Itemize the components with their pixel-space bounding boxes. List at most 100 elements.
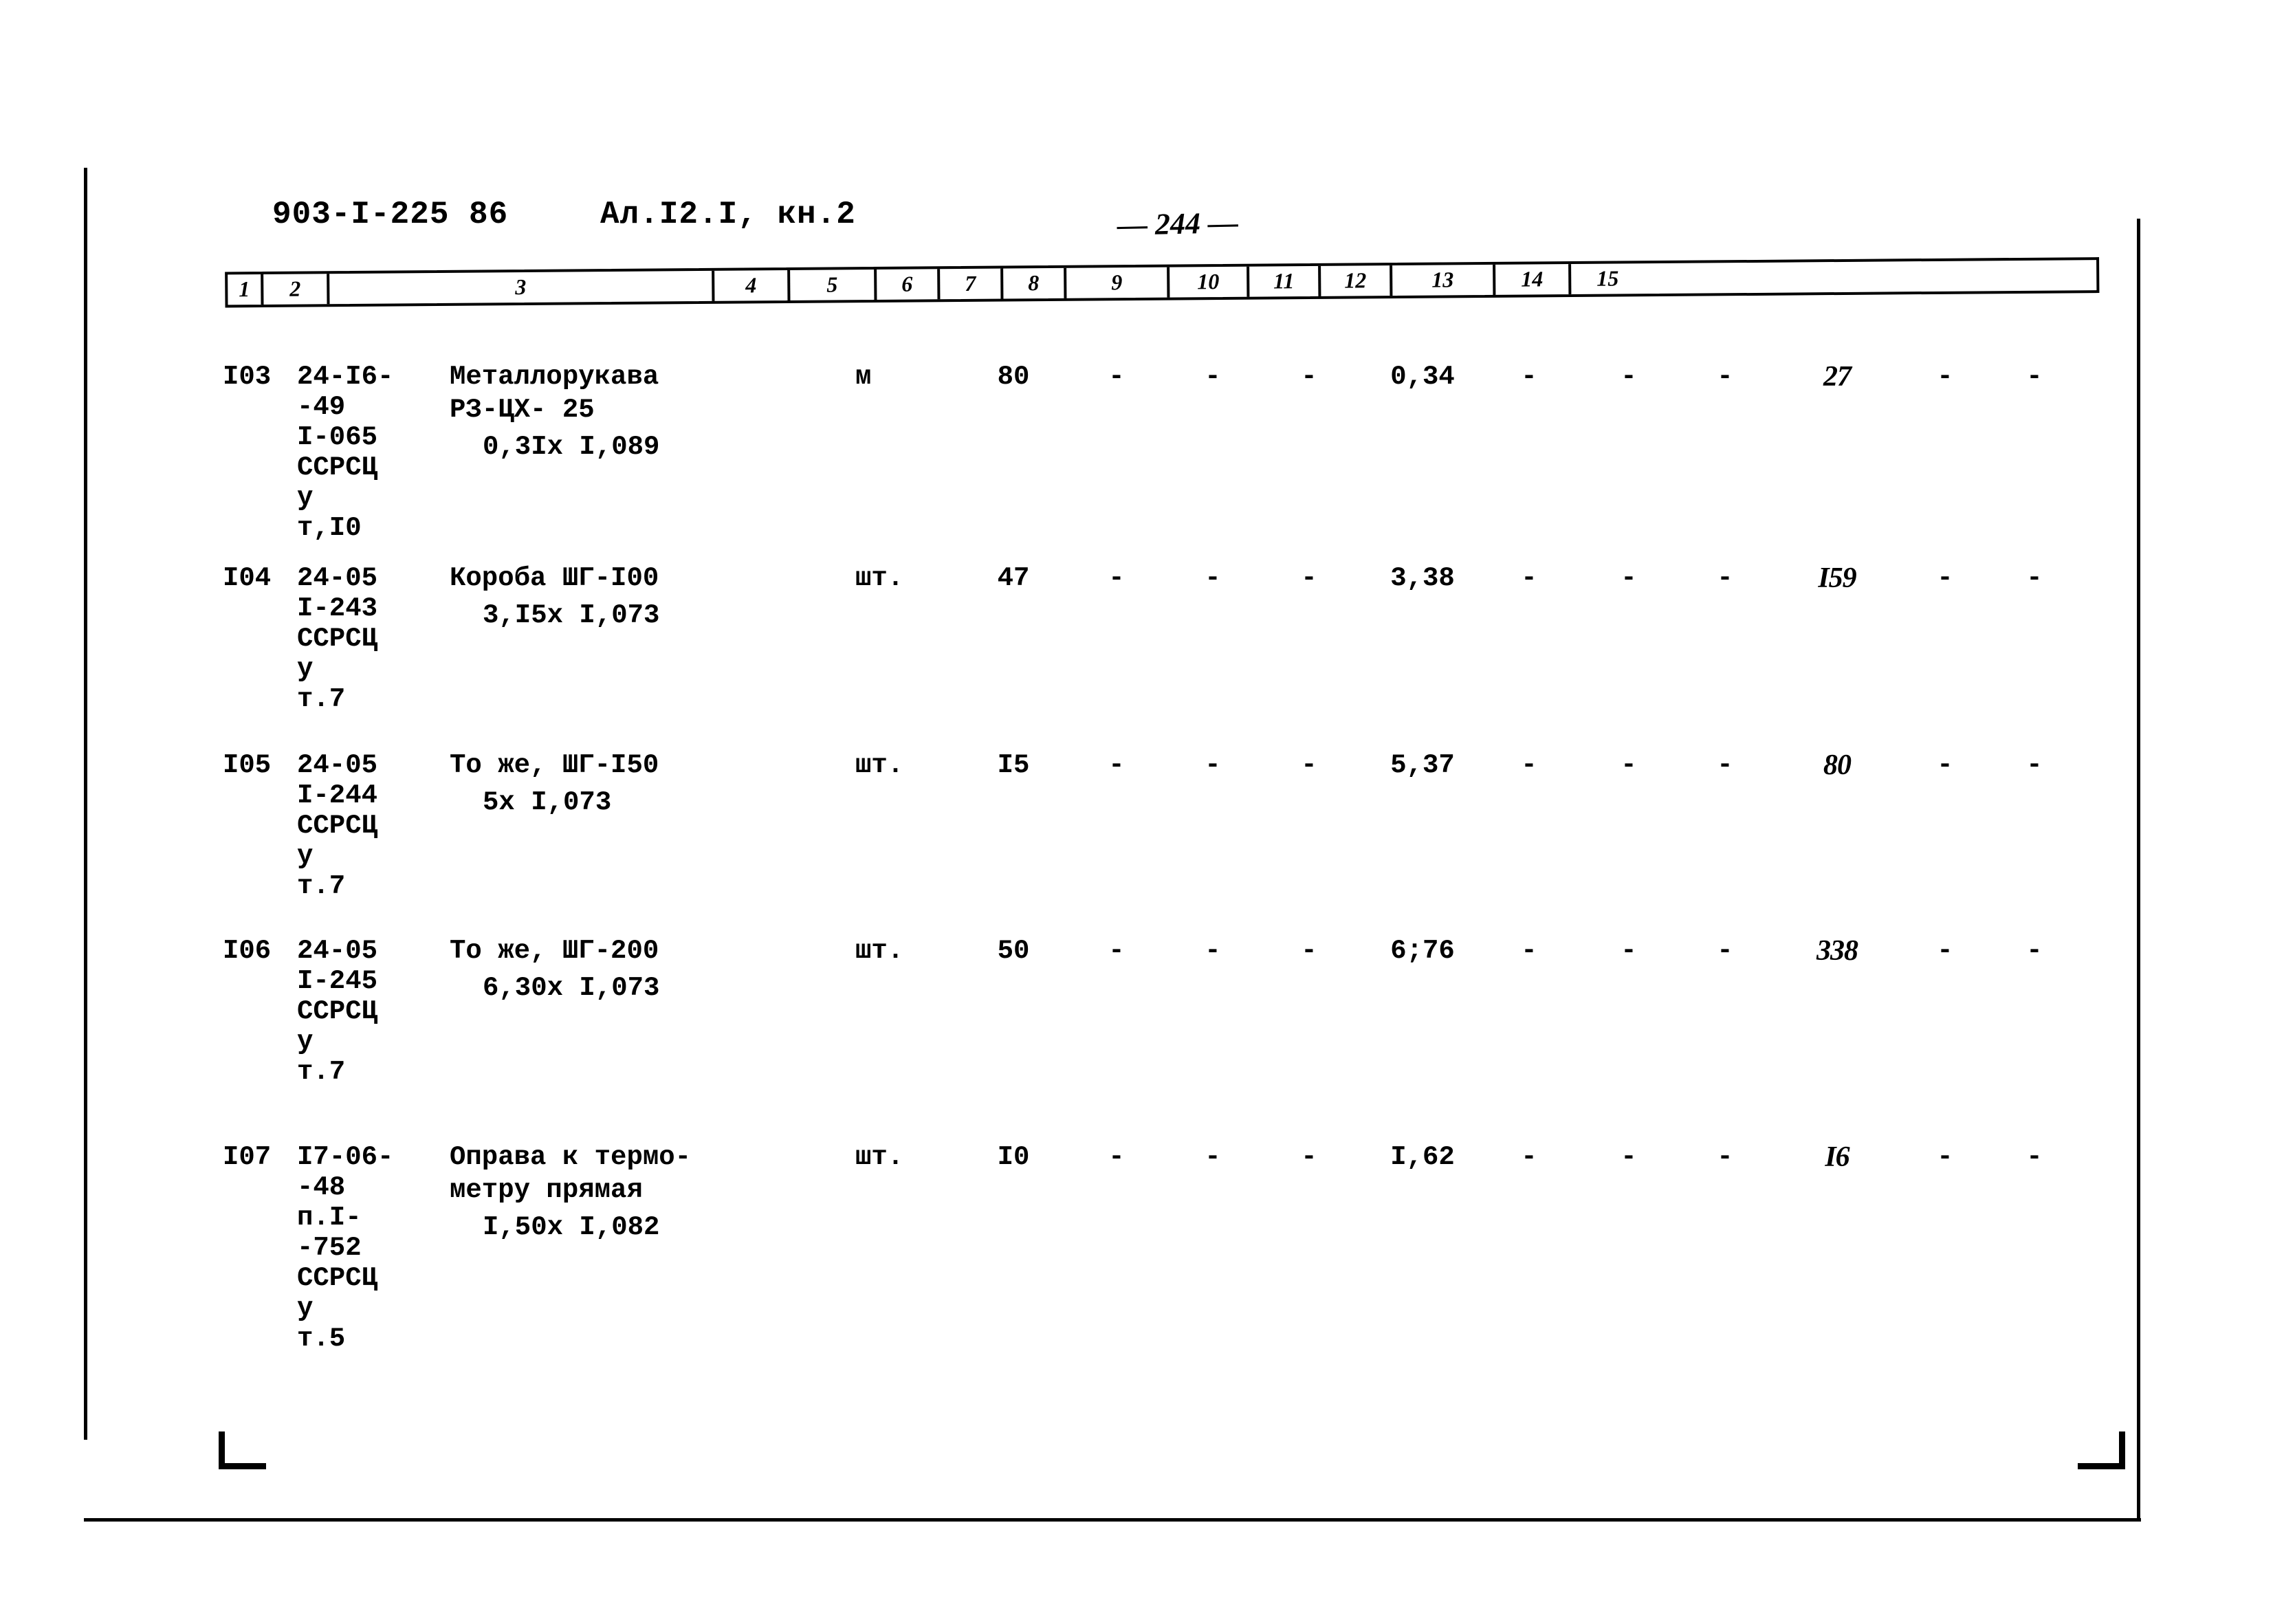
column-header-6: 6 xyxy=(877,269,941,300)
corner-bracket-bottom-left xyxy=(219,1431,266,1469)
row-code-line: 24-I6- xyxy=(297,362,394,392)
column-header-3: 3 xyxy=(329,270,715,305)
row-item-name: Оправа к термо- xyxy=(450,1142,692,1172)
column-header-13: 13 xyxy=(1392,264,1496,296)
column-header-15: 15 xyxy=(1596,265,1619,291)
row-item-spec: 0,3Iх I,089 xyxy=(483,432,660,462)
row-code-line: I-245 xyxy=(297,966,378,996)
row-col13-total: I6 xyxy=(1825,1141,1849,1173)
row-code-line: т.7 xyxy=(297,684,346,714)
row-col11: - xyxy=(1621,750,1637,780)
row-col7: - xyxy=(1205,1142,1221,1172)
row-col13-total: 80 xyxy=(1823,749,1852,781)
column-header-4: 4 xyxy=(714,270,791,301)
row-code-line: ССРСЦ xyxy=(297,452,378,483)
row-col7: - xyxy=(1205,362,1221,392)
row-item-name: метру прямая xyxy=(450,1175,643,1205)
row-code-line: -49 xyxy=(297,392,346,422)
row-col9-price: I,62 xyxy=(1390,1142,1455,1172)
column-header-8: 8 xyxy=(1003,267,1067,299)
row-col10: - xyxy=(1521,1142,1537,1172)
row-code-line: у xyxy=(297,841,314,871)
row-item-spec: I,50х I,082 xyxy=(483,1212,660,1242)
row-col10: - xyxy=(1521,750,1537,780)
row-unit: шт. xyxy=(855,563,904,593)
row-col6: - xyxy=(1108,750,1125,780)
row-code-line: 24-05 xyxy=(297,563,378,593)
row-col9-price: 0,34 xyxy=(1390,362,1455,392)
row-col13-total: 338 xyxy=(1816,935,1858,967)
row-col12: - xyxy=(1717,1142,1733,1172)
row-code-line: ССРСЦ xyxy=(297,1263,378,1293)
row-item-name: То же, ШГ-I50 xyxy=(450,750,659,780)
row-col8: - xyxy=(1301,563,1317,593)
row-col12: - xyxy=(1717,936,1733,966)
row-item-name: Металлорукава xyxy=(450,362,659,392)
row-col15: - xyxy=(2026,1142,2043,1172)
row-col15: - xyxy=(2026,750,2043,780)
row-unit: м xyxy=(855,362,872,392)
row-col11: - xyxy=(1621,1142,1637,1172)
row-col6: - xyxy=(1108,563,1125,593)
album-reference: Ал.I2.I, кн.2 xyxy=(600,197,856,232)
row-col9-price: 5,37 xyxy=(1390,750,1455,780)
column-header-10: 10 xyxy=(1170,266,1250,298)
row-position-number: I04 xyxy=(223,563,272,593)
row-code-line: ССРСЦ xyxy=(297,811,378,841)
row-code-line: I-244 xyxy=(297,780,378,811)
row-col10: - xyxy=(1521,936,1537,966)
row-col6: - xyxy=(1108,1142,1125,1172)
row-position-number: I05 xyxy=(223,750,272,780)
row-code-line: I-243 xyxy=(297,593,378,624)
row-quantity: I0 xyxy=(997,1142,1030,1172)
row-col7: - xyxy=(1205,563,1221,593)
row-col13-total: I59 xyxy=(1818,562,1856,594)
row-col12: - xyxy=(1717,750,1733,780)
row-col15: - xyxy=(2026,362,2043,392)
row-item-spec: 6,30х I,073 xyxy=(483,973,660,1003)
row-col9-price: 3,38 xyxy=(1390,563,1455,593)
row-code-line: ССРСЦ xyxy=(297,996,378,1027)
row-col10: - xyxy=(1521,563,1537,593)
row-code-line: п.I- xyxy=(297,1203,362,1233)
row-code-line: т.7 xyxy=(297,1057,346,1087)
row-col14: - xyxy=(1937,563,1953,593)
row-col11: - xyxy=(1621,362,1637,392)
row-col15: - xyxy=(2026,936,2043,966)
row-code-line: ССРСЦ xyxy=(297,624,378,654)
row-quantity: I5 xyxy=(997,750,1030,780)
row-col14: - xyxy=(1937,362,1953,392)
row-code-line: т,I0 xyxy=(297,513,362,543)
row-col10: - xyxy=(1521,362,1537,392)
row-unit: шт. xyxy=(855,936,904,966)
column-header-9: 9 xyxy=(1066,267,1170,298)
row-col7: - xyxy=(1205,750,1221,780)
row-col13-total: 27 xyxy=(1823,361,1852,393)
column-header-11: 11 xyxy=(1249,265,1321,297)
page-number: — 244 — xyxy=(1117,206,1239,242)
row-col8: - xyxy=(1301,1142,1317,1172)
row-code-line: у xyxy=(297,483,314,513)
row-code-line: у xyxy=(297,1027,314,1057)
row-code-line: у xyxy=(297,1293,314,1324)
row-col11: - xyxy=(1621,563,1637,593)
row-col7: - xyxy=(1205,936,1221,966)
column-header-12: 12 xyxy=(1321,265,1393,296)
column-header-1: 1 xyxy=(228,274,264,305)
column-header-14: 14 xyxy=(1495,264,1572,295)
row-code-line: т.7 xyxy=(297,871,346,901)
row-position-number: I06 xyxy=(223,936,272,966)
row-item-name: То же, ШГ-200 xyxy=(450,936,659,966)
row-quantity: 50 xyxy=(997,936,1030,966)
row-col6: - xyxy=(1108,936,1125,966)
row-col14: - xyxy=(1937,1142,1953,1172)
row-col8: - xyxy=(1301,362,1317,392)
row-col14: - xyxy=(1937,936,1953,966)
row-col6: - xyxy=(1108,362,1125,392)
row-item-name: РЗ-ЦХ- 25 xyxy=(450,395,595,425)
row-position-number: I03 xyxy=(223,362,272,392)
row-code-line: I-065 xyxy=(297,422,378,452)
row-code-line: 24-05 xyxy=(297,936,378,966)
row-code-line: т.5 xyxy=(297,1324,346,1354)
column-header-7: 7 xyxy=(940,268,1004,300)
